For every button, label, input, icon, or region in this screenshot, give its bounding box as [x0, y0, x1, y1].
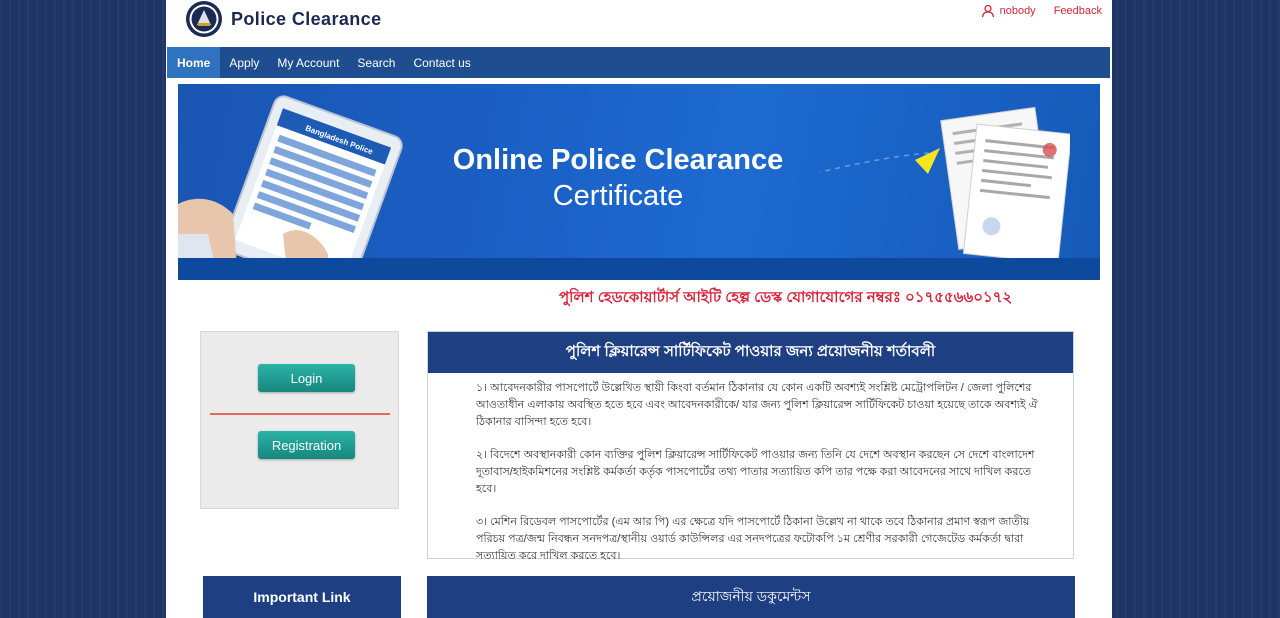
- site-title[interactable]: Police Clearance: [231, 9, 381, 30]
- banner-bottom-strip: [178, 258, 1100, 280]
- banner-title: Online Police Clearance: [452, 144, 784, 176]
- user-link[interactable]: nobody: [1000, 5, 1036, 17]
- tablet-illustration: Bangladesh Police: [178, 95, 403, 280]
- site-header: Police Clearance nobody Feedback: [166, 0, 1112, 47]
- main-nav: Home Apply My Account Search Contact us: [167, 47, 1110, 78]
- police-logo[interactable]: [185, 0, 223, 38]
- condition-item: ১। আবেদনকারীর পাসপোর্টে উল্লেখিত স্থায়ী…: [476, 382, 1038, 428]
- helpline-text: পুলিশ হেডকোয়ার্টার্স আইটি হেল্প ডেস্ক য…: [559, 289, 1013, 306]
- auth-divider: [210, 413, 390, 415]
- important-link-header: Important Link: [203, 576, 401, 618]
- nav-item-contact-us[interactable]: Contact us: [404, 47, 479, 78]
- certificate-documents-illustration: [820, 106, 1070, 263]
- feedback-link[interactable]: Feedback: [1054, 5, 1102, 17]
- nav-item-search[interactable]: Search: [348, 47, 404, 78]
- conditions-body: ১। আবেদনকারীর পাসপোর্টে উল্লেখিত স্থায়ী…: [428, 373, 1073, 565]
- banner-subtitle: Certificate: [552, 180, 684, 212]
- user-icon: [981, 4, 994, 18]
- conditions-panel: পুলিশ ক্লিয়ারেন্স সার্টিফিকেট পাওয়ার জ…: [427, 331, 1074, 562]
- login-button[interactable]: Login: [258, 364, 355, 392]
- condition-item: ৩। মেশিন রিডেবল পাসপোর্টের (এম আর পি) এর…: [476, 516, 1030, 562]
- top-links: nobody Feedback: [981, 4, 1102, 18]
- nav-item-home[interactable]: Home: [167, 47, 221, 78]
- conditions-title: পুলিশ ক্লিয়ারেন্স সার্টিফিকেট পাওয়ার জ…: [428, 332, 1073, 373]
- hero-banner: Bangladesh Police Online Police Clearanc…: [178, 84, 1100, 280]
- registration-button[interactable]: Registration: [258, 431, 355, 459]
- condition-item: ২। বিদেশে অবস্থানকারী কোন ব্যক্তির পুলিশ…: [476, 449, 1035, 495]
- page-container: Police Clearance nobody Feedback Home Ap…: [166, 0, 1112, 618]
- nav-item-my-account[interactable]: My Account: [268, 47, 348, 78]
- auth-box: Login Registration: [200, 331, 399, 509]
- nav-item-apply[interactable]: Apply: [220, 47, 268, 78]
- documents-header: প্রয়োজনীয় ডকুমেন্টস: [427, 576, 1075, 618]
